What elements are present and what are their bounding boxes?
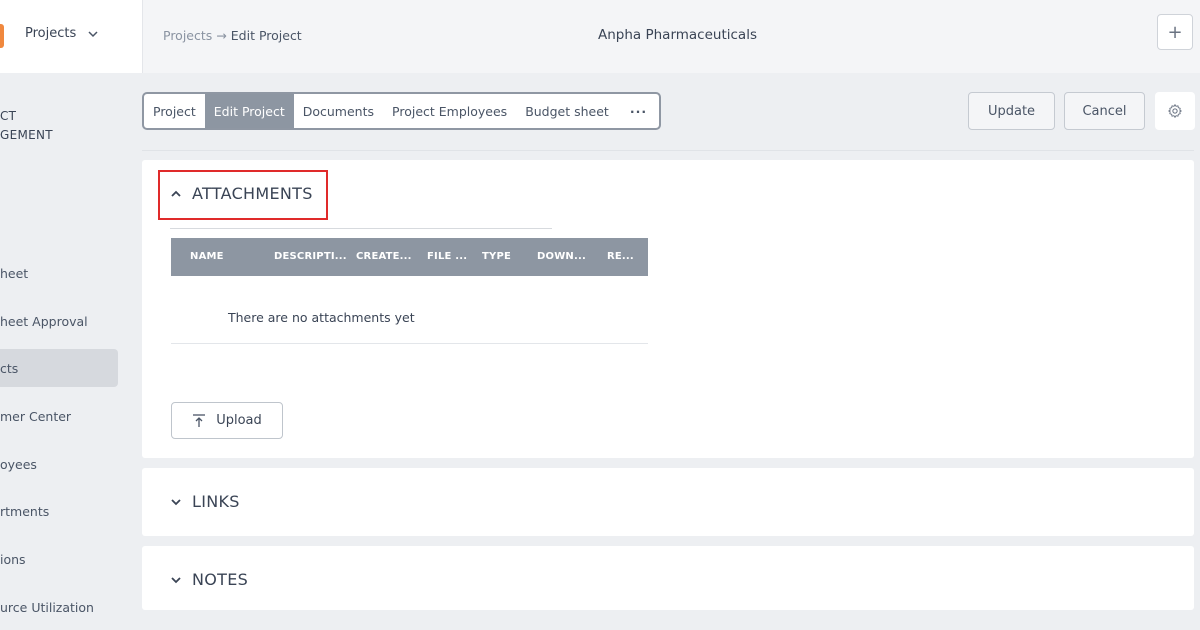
sidebar-item-departments[interactable]: rtments [0, 492, 118, 530]
chevron-down-icon [88, 30, 98, 37]
gear-icon [1168, 104, 1182, 118]
empty-state-message: There are no attachments yet [228, 310, 415, 325]
chevron-down-icon [171, 576, 181, 583]
project-tabs: Project Edit Project Documents Project E… [142, 92, 662, 130]
add-button[interactable]: + [1157, 14, 1193, 50]
app-switcher-area: Projects [0, 0, 142, 73]
column-header-type[interactable]: TYPE [482, 251, 511, 262]
attachments-panel: ATTACHMENTS NAME DESCRIPTI... CREATE... … [142, 160, 1194, 458]
column-header-remove[interactable]: RE... [607, 251, 634, 262]
column-header-description[interactable]: DESCRIPTI... [274, 251, 347, 262]
cancel-button[interactable]: Cancel [1064, 92, 1145, 130]
attachments-toggle[interactable]: ATTACHMENTS [170, 184, 313, 203]
upload-icon [193, 413, 206, 427]
app-logo [0, 24, 4, 48]
tab-edit-project[interactable]: Edit Project [204, 94, 294, 128]
column-header-file[interactable]: FILE ... [427, 251, 467, 262]
breadcrumb-parent-link[interactable]: Projects [163, 28, 212, 43]
tab-documents[interactable]: Documents [294, 94, 383, 128]
tab-project[interactable]: Project [144, 94, 205, 128]
sidebar-item-timesheet-approval[interactable]: heet Approval [0, 302, 118, 340]
links-toggle[interactable]: LINKS [170, 492, 240, 511]
breadcrumb: Projects → Edit Project [163, 28, 302, 43]
notes-panel: NOTES [142, 546, 1194, 610]
notes-title: NOTES [192, 570, 249, 589]
toolbar-divider [142, 150, 1194, 151]
settings-button[interactable] [1155, 92, 1195, 130]
tab-more[interactable]: ··· [618, 94, 659, 128]
sidebar-item-employees[interactable]: oyees [0, 445, 118, 483]
column-header-created[interactable]: CREATE... [356, 251, 412, 262]
sidebar: Projects CT GEMENT heet heet Approval ct… [0, 0, 142, 630]
module-title: CT GEMENT [0, 109, 53, 142]
notes-toggle[interactable]: NOTES [170, 570, 248, 589]
breadcrumb-current: Edit Project [230, 28, 302, 43]
attachments-title: ATTACHMENTS [192, 184, 313, 203]
table-bottom-border [171, 343, 648, 344]
column-header-download[interactable]: DOWN... [537, 251, 586, 262]
sidebar-item-resource-utilization[interactable]: urce Utilization [0, 588, 118, 626]
sidebar-item-projects[interactable]: cts [0, 349, 118, 387]
tab-budget-sheet[interactable]: Budget sheet [516, 94, 618, 128]
app-name: Projects [25, 26, 77, 41]
sidebar-item-positions[interactable]: ions [0, 540, 118, 578]
links-title: LINKS [192, 492, 240, 511]
attachments-table-header: NAME DESCRIPTI... CREATE... FILE ... TYP… [171, 238, 648, 276]
app-switcher[interactable]: Projects [25, 26, 100, 41]
header: Projects → Edit Project Anpha Pharmaceut… [142, 0, 1200, 73]
sidebar-item-timesheet[interactable]: heet [0, 254, 118, 292]
upload-button[interactable]: Upload [171, 402, 283, 439]
chevron-down-icon [171, 498, 181, 505]
company-name: Anpha Pharmaceuticals [598, 27, 757, 43]
chevron-up-icon [171, 190, 181, 197]
links-panel: LINKS [142, 468, 1194, 536]
sidebar-item-customer-center[interactable]: mer Center [0, 397, 118, 435]
plus-icon: + [1167, 21, 1183, 43]
breadcrumb-arrow-icon: → [216, 28, 227, 43]
tab-project-employees[interactable]: Project Employees [383, 94, 516, 128]
column-header-name[interactable]: NAME [190, 251, 224, 262]
section-divider [170, 228, 552, 229]
update-button[interactable]: Update [968, 92, 1055, 130]
upload-label: Upload [216, 413, 262, 428]
